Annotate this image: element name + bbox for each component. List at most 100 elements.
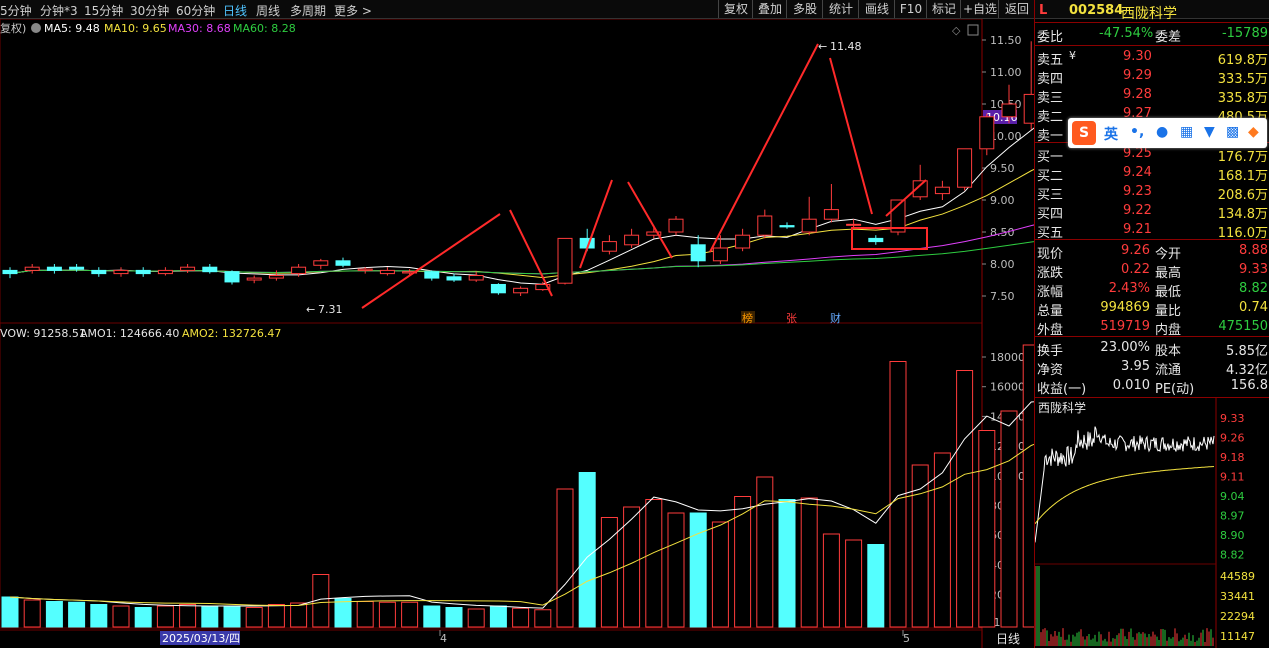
- tab-30min[interactable]: 30分钟: [130, 2, 169, 19]
- volume-bar: [956, 370, 974, 628]
- overlay-button[interactable]: 叠加: [752, 0, 787, 18]
- ask-volume: 619.8万: [1217, 53, 1268, 68]
- mini-price-axis: 9.33 9.26 9.18 9.11 9.04 8.97 8.90 8.82: [1220, 412, 1245, 562]
- volume-bar: [134, 607, 152, 628]
- month-label-5: 5: [903, 632, 910, 645]
- amo1-legend: AMO1: 124666.40: [80, 327, 179, 340]
- ma5-legend: MA5: 9.48: [44, 22, 100, 35]
- mini-price-label: 8.90: [1220, 529, 1245, 542]
- volume-bar: [800, 497, 818, 628]
- add-watchlist-button[interactable]: +自选: [960, 0, 999, 18]
- volume-bar: [334, 598, 352, 628]
- bid-volume: 134.8万: [1217, 207, 1268, 222]
- candle-body: [624, 234, 640, 246]
- candle-body: [690, 244, 706, 262]
- tab-15min[interactable]: 15分钟: [84, 2, 123, 19]
- mini-volume-label: 33441: [1220, 590, 1255, 603]
- tab-multi-period[interactable]: 多周期: [290, 2, 326, 19]
- mini-chart-title: 西陇科学: [1038, 400, 1086, 415]
- tab-1min-x3[interactable]: 分钟*3: [40, 2, 78, 19]
- bid-label: 买一: [1037, 150, 1064, 165]
- month-label-4: 4: [440, 632, 447, 645]
- bid-volume: 208.6万: [1217, 188, 1268, 203]
- volume-bar: [689, 512, 707, 628]
- volume-bar: [201, 605, 219, 628]
- volume-bar: [223, 605, 241, 628]
- mini-volume-label: 11147: [1220, 630, 1255, 643]
- tab-more[interactable]: 更多 >: [334, 2, 372, 19]
- tab-60min[interactable]: 60分钟: [176, 2, 215, 19]
- candle-body: [490, 283, 506, 294]
- ime-game-icon[interactable]: ◆: [1248, 124, 1259, 140]
- volume-bar: [711, 521, 729, 628]
- collapse-icon[interactable]: ◇: [952, 24, 961, 37]
- ma-lines: [9, 127, 1034, 285]
- draw-line-button[interactable]: 画线: [858, 0, 895, 18]
- back-button[interactable]: 返回: [998, 0, 1035, 18]
- fund-value-2: 156.8: [1230, 378, 1268, 393]
- volume-bar: [401, 601, 419, 628]
- volume-bar: [489, 605, 507, 628]
- kline-chart-area[interactable]: 复权) MA5: 9.48 MA10: 9.65 MA30: 8.68 MA60…: [0, 19, 1034, 648]
- candle-body: [779, 225, 795, 228]
- tab-daily[interactable]: 日线: [223, 2, 247, 19]
- ime-lang-toggle[interactable]: 英: [1104, 124, 1118, 144]
- bid-row[interactable]: 买二 9.24 168.1万: [1035, 164, 1269, 184]
- bid-row[interactable]: 买四 9.22 134.8万: [1035, 202, 1269, 222]
- bid-volume: 176.7万: [1217, 150, 1268, 165]
- ime-keyboard-icon[interactable]: ▦: [1180, 124, 1193, 140]
- volume-bar: [90, 604, 108, 628]
- mark-button[interactable]: 标记: [926, 0, 961, 18]
- event-tag-finance[interactable]: 财: [830, 311, 841, 325]
- weicha-value: -15789: [1221, 26, 1268, 41]
- stats-button[interactable]: 统计: [822, 0, 859, 18]
- bid-row[interactable]: 买三 9.23 208.6万: [1035, 183, 1269, 203]
- quote-value-2: 9.33: [1239, 262, 1268, 277]
- ask-label: 卖五: [1037, 53, 1064, 68]
- bid-row[interactable]: 买五 9.21 116.0万: [1035, 221, 1269, 241]
- multi-stock-button[interactable]: 多股: [786, 0, 823, 18]
- candle-body: [335, 260, 351, 266]
- ask-row[interactable]: 卖四 9.29 333.5万: [1035, 67, 1269, 87]
- ime-skin-icon[interactable]: ▼: [1204, 124, 1215, 140]
- ask-price: 9.28: [1123, 87, 1152, 102]
- tab-5min[interactable]: 5分钟: [0, 2, 32, 19]
- fund-value-2: 4.32亿: [1226, 363, 1268, 378]
- quote-value: 0.22: [1121, 262, 1150, 277]
- volume-bar: [156, 605, 174, 628]
- quote-label: 总量: [1037, 304, 1064, 319]
- fundamental-row: 收益(一) 0.010 PE(动) 156.8: [1035, 377, 1269, 397]
- ime-logo-icon[interactable]: S: [1072, 121, 1096, 145]
- maximize-icon[interactable]: [967, 24, 979, 36]
- ime-toolbox-icon[interactable]: ▩: [1226, 124, 1239, 140]
- price-panel-frame: [0, 19, 983, 324]
- ime-toolbar[interactable]: S 英 •, ● ▦ ▼ ▩ ◆: [1068, 118, 1267, 148]
- dropdown-icon[interactable]: [31, 23, 41, 33]
- restore-rights-button[interactable]: 复权: [718, 0, 753, 18]
- ask-row[interactable]: 卖三 9.28 335.8万: [1035, 86, 1269, 106]
- tab-weekly[interactable]: 周线: [256, 2, 280, 19]
- event-tag-list[interactable]: 榜: [742, 311, 753, 325]
- low-arrow-icon: ←: [306, 303, 315, 316]
- fund-label-2: 股本: [1155, 344, 1182, 359]
- f10-button[interactable]: F10: [894, 0, 927, 18]
- event-tag-limit[interactable]: 张: [786, 312, 797, 325]
- ime-punct-toggle[interactable]: •,: [1130, 124, 1144, 140]
- bid-label: 买三: [1037, 188, 1064, 203]
- mini-volume-label: 44589: [1220, 570, 1255, 583]
- intraday-mini-chart[interactable]: 西陇科学 9.33 9.26 9.18 9.11 9.04 8.97 8.90 8.82 44…: [1035, 398, 1269, 648]
- vol-legend: VOW: 91258.51: [0, 327, 86, 340]
- candle-body: [468, 275, 484, 281]
- mini-price-label: 8.82: [1220, 549, 1245, 562]
- volume-bar: [867, 544, 885, 628]
- candle-body: [69, 266, 85, 270]
- ask-volume: 333.5万: [1217, 72, 1268, 87]
- volume-bar: [378, 601, 396, 628]
- candle-body: [934, 186, 950, 195]
- ime-mic-icon[interactable]: ●: [1156, 124, 1168, 140]
- candle-body: [446, 276, 462, 281]
- fundamental-row: 换手 23.00% 股本 5.85亿: [1035, 339, 1269, 359]
- volume-bar: [68, 601, 86, 628]
- price-tick-label: 9.00: [990, 194, 1015, 207]
- ask-row[interactable]: 卖五 ¥ 9.30 619.8万: [1035, 48, 1269, 68]
